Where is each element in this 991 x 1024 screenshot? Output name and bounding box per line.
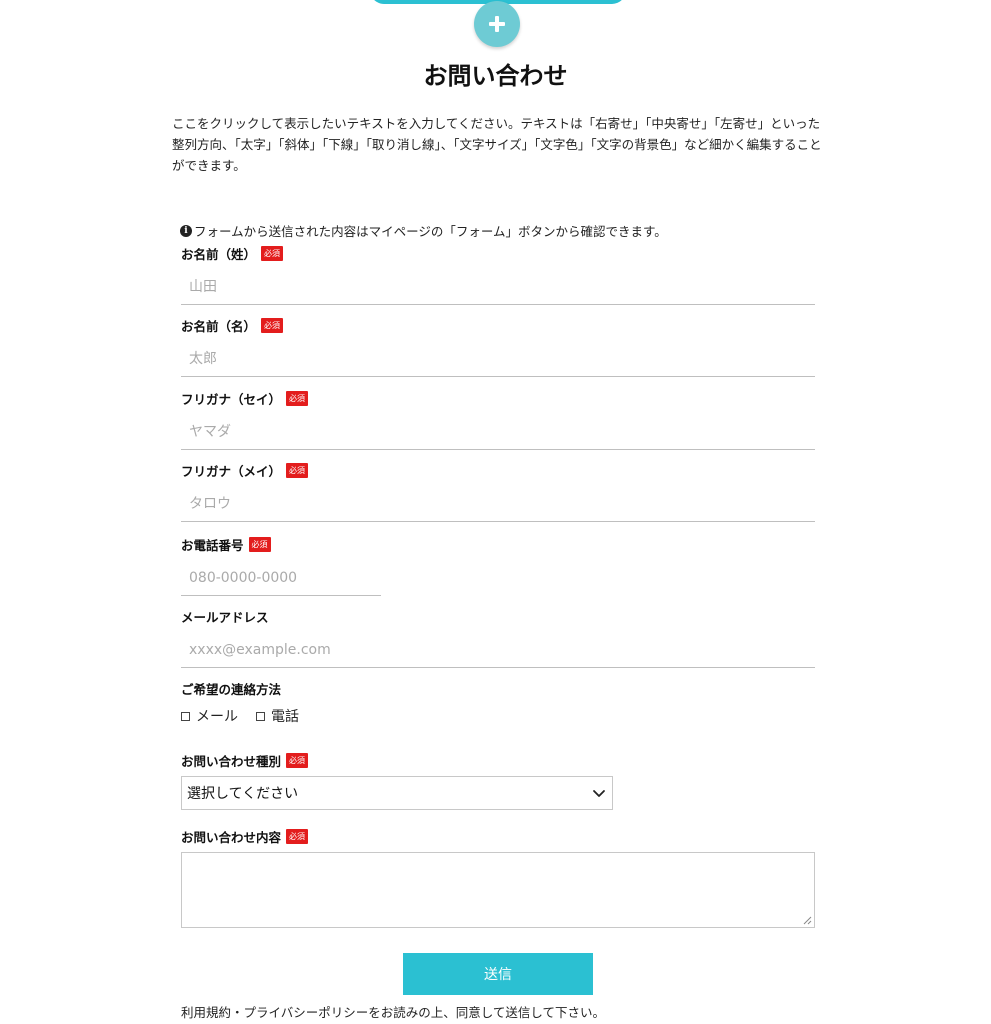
required-badge: 必須: [261, 317, 284, 333]
required-badge: 必須: [286, 752, 309, 768]
inquiry-content-label: お問い合わせ内容: [181, 829, 282, 845]
contact-method-label: ご希望の連絡方法: [181, 681, 282, 697]
contact-method-field: ご希望の連絡方法 メール 電話: [181, 678, 317, 726]
form-notice: i フォームから送信された内容はマイページの「フォーム」ボタンから確認できます。: [180, 221, 820, 240]
chevron-down-icon: [593, 790, 605, 797]
inquiry-type-label: お問い合わせ種別: [181, 753, 282, 769]
required-badge: 必須: [261, 245, 284, 261]
email-label: メールアドレス: [181, 609, 269, 625]
email-input[interactable]: [181, 632, 815, 668]
inquiry-type-select[interactable]: 選択してください: [181, 776, 613, 810]
first-name-kana-label: フリガナ（メイ）: [181, 463, 282, 479]
first-name-input[interactable]: [181, 341, 815, 377]
last-name-label: お名前（姓）: [181, 246, 257, 262]
inquiry-content-textarea[interactable]: [181, 852, 815, 928]
first-name-kana-input[interactable]: [181, 486, 815, 522]
intro-text[interactable]: ここをクリックして表示したいテキストを入力してください。テキストは「右寄せ」「中…: [172, 113, 832, 176]
inquiry-type-field: お問い合わせ種別 必須 選択してください: [181, 750, 613, 810]
first-name-label: お名前（名）: [181, 318, 257, 334]
required-badge: 必須: [248, 536, 271, 552]
phone-label: お電話番号: [181, 537, 244, 553]
info-icon: i: [180, 224, 192, 237]
email-field: メールアドレス: [181, 606, 815, 668]
inquiry-type-selected: 選択してください: [187, 786, 299, 802]
checkbox-box[interactable]: [256, 711, 265, 721]
inquiry-content-field: お問い合わせ内容 必須: [181, 826, 815, 928]
plus-icon: [489, 16, 505, 32]
phone-field: お電話番号 必須: [181, 534, 381, 596]
required-badge: 必須: [286, 828, 309, 844]
page-title: お問い合わせ: [423, 62, 568, 90]
submit-button[interactable]: 送信: [403, 953, 593, 995]
form-notice-text: フォームから送信された内容はマイページの「フォーム」ボタンから確認できます。: [194, 224, 667, 239]
checkbox-box[interactable]: [181, 711, 190, 721]
required-badge: 必須: [286, 462, 309, 478]
required-badge: 必須: [286, 390, 309, 406]
first-name-kana-field: フリガナ（メイ） 必須: [181, 460, 815, 522]
last-name-kana-label: フリガナ（セイ）: [181, 391, 282, 407]
last-name-input[interactable]: [181, 269, 815, 305]
add-section-button[interactable]: [474, 1, 520, 47]
resize-grip-icon[interactable]: [802, 915, 812, 925]
last-name-kana-field: フリガナ（セイ） 必須: [181, 388, 815, 450]
phone-input[interactable]: [181, 560, 381, 596]
policy-notice: 利用規約・プライバシーポリシーをお読みの上、同意して送信して下さい。: [181, 1005, 606, 1020]
last-name-kana-input[interactable]: [181, 414, 815, 450]
contact-method-phone-label: 電話: [271, 709, 299, 725]
last-name-field: お名前（姓） 必須: [181, 243, 815, 305]
contact-method-email-label: メール: [196, 709, 238, 725]
first-name-field: お名前（名） 必須: [181, 315, 815, 377]
contact-method-email-checkbox[interactable]: メール: [181, 706, 238, 726]
contact-method-phone-checkbox[interactable]: 電話: [256, 706, 299, 726]
